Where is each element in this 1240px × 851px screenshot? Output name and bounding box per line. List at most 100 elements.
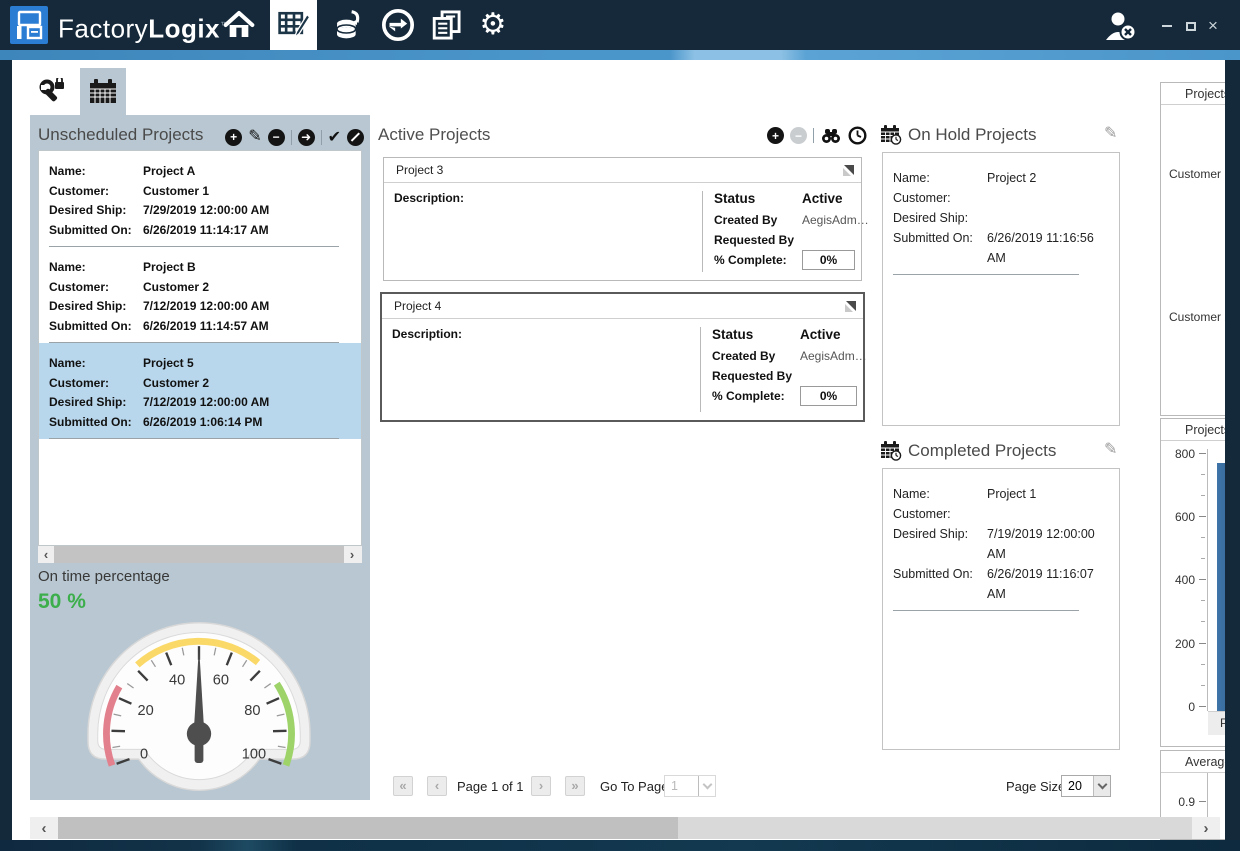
project-name: Project 5 <box>143 354 194 374</box>
status-value: Active <box>802 191 843 206</box>
projects-released-chart-panel: Projects R 800 600 400 200 0 P <box>1160 418 1225 747</box>
project-submitted-on: 6/26/2019 1:06:14 PM <box>143 413 262 433</box>
top-nav-bar: FactoryLogix™ <box>0 0 1240 50</box>
svg-text:80: 80 <box>244 703 260 719</box>
content-sheet: Unscheduled Projects + ✎ − ➜ ✔ Name:Proj… <box>12 60 1225 840</box>
scrollbar-thumb[interactable] <box>54 546 344 563</box>
field-label: Submitted On: <box>893 564 987 604</box>
expand-card-icon[interactable] <box>842 164 855 177</box>
list-horizontal-scrollbar[interactable]: ‹ › <box>38 546 362 563</box>
toolbar-separator <box>813 128 814 143</box>
status-value: Active <box>800 327 841 342</box>
last-page-button[interactable]: » <box>565 776 585 796</box>
chevron-down-icon <box>698 776 715 796</box>
settings-gear-icon[interactable]: ⚙ <box>474 7 512 43</box>
active-projects-title: Active Projects <box>378 125 490 145</box>
add-project-icon[interactable]: + <box>225 129 242 146</box>
gauge-value: 50 % <box>38 590 86 614</box>
scroll-right-icon[interactable]: › <box>1192 817 1220 839</box>
brand-text: FactoryLogix™ <box>58 0 230 50</box>
svg-text:60: 60 <box>213 673 229 689</box>
on-hold-project-item[interactable]: Name:Project 2 Customer: Desired Ship: S… <box>883 157 1119 275</box>
scroll-left-icon[interactable]: ‹ <box>38 546 54 563</box>
transfer-circle-arrows-icon[interactable] <box>379 7 417 43</box>
materials-database-icon[interactable] <box>330 7 368 43</box>
field-label: Customer: <box>893 504 987 524</box>
first-page-button[interactable]: « <box>393 776 413 796</box>
status-label: Status <box>712 327 800 342</box>
field-label: Name: <box>49 258 143 278</box>
project-name: Project A <box>143 162 195 182</box>
next-page-button[interactable]: › <box>531 776 551 796</box>
completed-header: Completed Projects <box>880 440 1056 461</box>
scroll-left-icon[interactable]: ‹ <box>30 817 58 839</box>
project-customer: Customer 2 <box>143 374 209 394</box>
card-body: Description: StatusActive Created ByAegi… <box>382 319 863 420</box>
project-submitted-on: 6/26/2019 11:14:57 AM <box>143 317 269 337</box>
unscheduled-project-list: Name:Project A Customer:Customer 1 Desir… <box>38 150 362 546</box>
chart-bar[interactable] <box>1217 463 1225 711</box>
edit-on-hold-icon[interactable]: ✎ <box>1104 126 1117 142</box>
field-label: Customer: <box>49 278 143 298</box>
main-horizontal-scrollbar[interactable]: ‹ › <box>30 817 1220 839</box>
remove-active-project-icon[interactable]: − <box>790 127 807 144</box>
maximize-button[interactable] <box>1181 16 1201 36</box>
project-desired-ship: 7/12/2019 12:00:00 AM <box>143 393 269 413</box>
svg-text:20: 20 <box>138 703 154 719</box>
schedule-project-icon[interactable]: ➜ <box>298 129 315 146</box>
on-hold-header: On Hold Projects <box>880 124 1037 145</box>
page-size-select[interactable]: 20 <box>1061 775 1111 797</box>
y-tick-label: 800 <box>1161 447 1195 461</box>
calendar-icon <box>88 78 118 106</box>
unscheduled-project-item[interactable]: Name:Project B Customer:Customer 2 Desir… <box>39 247 361 343</box>
cancel-project-icon[interactable] <box>347 129 364 146</box>
field-label: Name: <box>893 168 987 188</box>
planner-grid-pencil-icon[interactable] <box>270 0 317 50</box>
approve-project-icon[interactable]: ✔ <box>328 127 341 147</box>
field-label: Name: <box>49 354 143 374</box>
category-label: Customer 1 <box>1169 167 1225 181</box>
goto-page-select[interactable]: 1 <box>664 775 716 797</box>
minimize-button[interactable] <box>1157 16 1177 36</box>
projects-by-customer-panel: Projects B Customer 1 Customer 2 <box>1160 82 1225 416</box>
tab-calendar[interactable] <box>80 68 126 115</box>
project-name: Project 2 <box>987 168 1036 188</box>
completed-list: Name:Project 1 Customer: Desired Ship:7/… <box>882 468 1120 750</box>
card-header: Project 4 <box>382 294 863 319</box>
percent-complete-label: % Complete: <box>714 253 802 267</box>
expand-card-icon[interactable] <box>844 300 857 313</box>
percent-complete-value: 0% <box>800 386 857 406</box>
edit-completed-icon[interactable]: ✎ <box>1104 442 1117 458</box>
y-tick-label: 0.9 <box>1161 795 1195 809</box>
remove-project-icon[interactable]: − <box>268 129 285 146</box>
unscheduled-project-item[interactable]: Name:Project A Customer:Customer 1 Desir… <box>39 151 361 247</box>
tab-wrench-lock[interactable] <box>32 72 74 114</box>
completed-title: Completed Projects <box>908 441 1056 461</box>
description-label: Description: <box>392 327 462 341</box>
card-divider <box>700 327 701 412</box>
scroll-right-icon[interactable]: › <box>344 546 360 563</box>
add-active-project-icon[interactable]: + <box>767 127 784 144</box>
history-clock-icon[interactable] <box>848 126 867 145</box>
home-icon[interactable] <box>220 7 258 43</box>
documents-icon[interactable] <box>427 7 465 43</box>
search-binoculars-icon[interactable] <box>820 127 842 145</box>
previous-page-button[interactable]: ‹ <box>427 776 447 796</box>
active-project-card-selected[interactable]: Project 4 Description: StatusActive Crea… <box>380 292 865 422</box>
card-divider <box>702 191 703 272</box>
active-project-card[interactable]: Project 3 Description: StatusActive Crea… <box>383 157 862 281</box>
scrollbar-thumb[interactable] <box>58 817 678 839</box>
close-button[interactable]: × <box>1203 16 1223 36</box>
field-label: Desired Ship: <box>49 297 143 317</box>
y-axis-line <box>1207 449 1208 711</box>
edit-project-icon[interactable]: ✎ <box>248 129 261 145</box>
status-label: Status <box>714 191 802 206</box>
project-desired-ship: 7/29/2019 12:00:00 AM <box>143 201 269 221</box>
requested-by-label: Requested By <box>712 369 792 383</box>
requested-by-label: Requested By <box>714 233 794 247</box>
unscheduled-project-item-selected[interactable]: Name:Project 5 Customer:Customer 2 Desir… <box>39 343 361 439</box>
on-hold-title: On Hold Projects <box>908 125 1037 145</box>
completed-project-item[interactable]: Name:Project 1 Customer: Desired Ship:7/… <box>883 473 1119 611</box>
factorylogix-logo-icon <box>10 6 48 44</box>
user-logout-icon[interactable] <box>1102 9 1140 45</box>
